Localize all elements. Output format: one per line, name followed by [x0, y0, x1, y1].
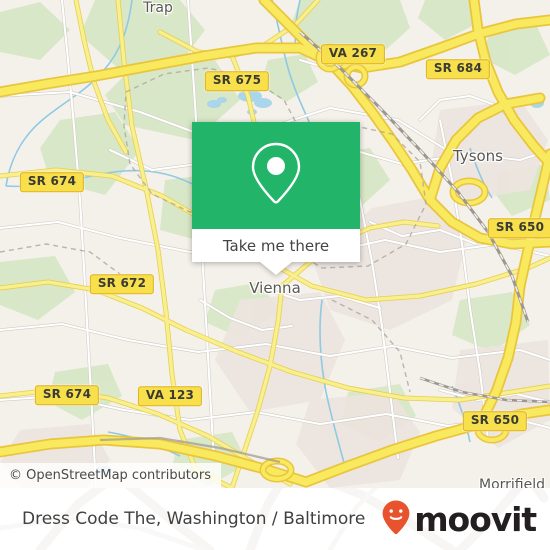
popup-action-bar[interactable]: Take me there: [192, 229, 360, 262]
popup-image-area: [192, 122, 360, 229]
map-pin-icon: [248, 140, 304, 211]
attribution-text: © OpenStreetMap contributors: [9, 468, 211, 483]
poi-title: Dress Code The, Washington / Baltimore: [22, 509, 366, 529]
map-attribution[interactable]: © OpenStreetMap contributors: [0, 463, 221, 488]
road-shield: VA 267: [320, 44, 386, 64]
road-shield: SR 675: [204, 71, 270, 91]
road-shield: SR 674: [19, 172, 85, 192]
popup-pointer-tail: [260, 262, 292, 275]
moovit-map-screenshot: VA 267 SR 684 SR 675 SR 674 SR 650 SR 672 SR 6…: [0, 0, 550, 550]
bottom-bar-content: Dress Code The, Washington / Baltimore m…: [0, 488, 550, 550]
bottom-info-bar: Dress Code The, Washington / Baltimore m…: [0, 488, 550, 550]
location-popup[interactable]: Take me there: [192, 122, 360, 275]
road-shield: SR 650: [487, 218, 550, 238]
moovit-pin-icon: [381, 499, 411, 540]
road-shield: SR 684: [425, 59, 491, 79]
road-shield: SR 650: [462, 411, 528, 431]
road-shield: VA 123: [137, 386, 203, 406]
map-canvas[interactable]: VA 267 SR 684 SR 675 SR 674 SR 650 SR 672 SR 6…: [0, 0, 550, 488]
moovit-wordmark: moovit: [414, 499, 537, 539]
road-shield: SR 674: [34, 385, 100, 405]
road-shield: SR 672: [89, 274, 155, 294]
moovit-logo[interactable]: moovit: [381, 499, 537, 540]
take-me-there-label: Take me there: [222, 236, 330, 255]
